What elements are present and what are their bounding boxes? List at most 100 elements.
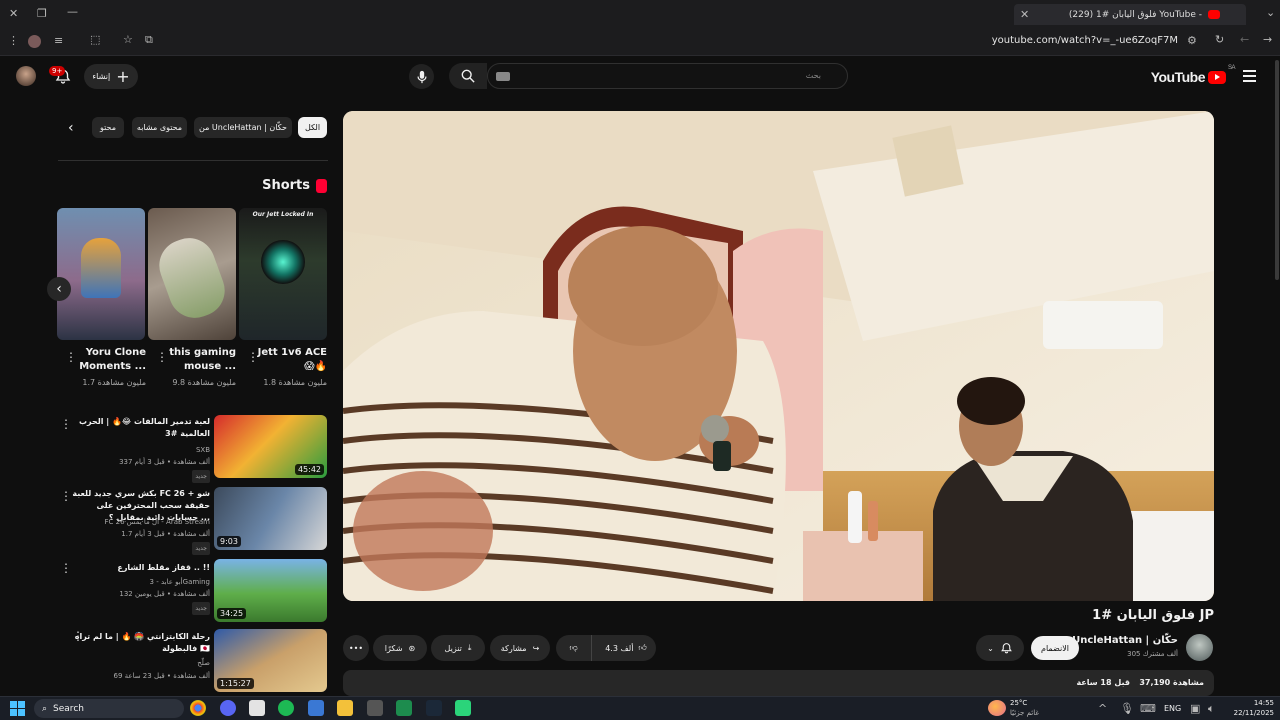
app-icon[interactable] xyxy=(367,700,383,716)
tab-list-icon[interactable]: ⌄ xyxy=(1266,7,1275,18)
language-indicator[interactable]: ENG xyxy=(1164,704,1181,713)
related-channel[interactable]: SXB xyxy=(70,445,210,456)
dislike-button[interactable]: 👎︎ xyxy=(556,635,592,661)
download-button[interactable]: تنزيل ⤓ xyxy=(431,635,485,661)
profile-icon[interactable] xyxy=(28,35,41,48)
short-thumbnail-3[interactable] xyxy=(57,208,145,340)
microphone-tray-icon[interactable]: 🎙︎ xyxy=(1120,703,1134,714)
keyboard-icon[interactable] xyxy=(496,72,510,81)
terminal-icon[interactable] xyxy=(396,700,412,716)
active-tab[interactable]: (229) فلوق اليابان #1 YouTube - ✕ xyxy=(1014,4,1246,25)
back-icon[interactable]: → xyxy=(1263,34,1272,45)
search-input[interactable]: بحث xyxy=(487,63,848,89)
channel-avatar[interactable] xyxy=(1186,634,1213,661)
shorts-prev-button[interactable]: ‹ xyxy=(47,277,71,301)
windows-start-icon[interactable] xyxy=(10,701,25,716)
create-button[interactable]: إنشاء + xyxy=(84,64,138,89)
url-text[interactable]: youtube.com/watch?v=_-ue6ZoqF7M xyxy=(992,35,1178,46)
short-menu-icon[interactable]: ⋮ xyxy=(65,350,77,364)
join-button[interactable]: الانضمام xyxy=(1031,636,1079,660)
short-thumbnail-2[interactable] xyxy=(148,208,236,340)
chip-from-channel[interactable]: من UncleHattan | حكّان xyxy=(194,117,292,138)
close-tab-icon[interactable]: ✕ xyxy=(1020,9,1029,20)
restore-window-icon[interactable]: ❐ xyxy=(37,8,47,19)
scrollbar-thumb[interactable] xyxy=(1275,60,1279,280)
download-label: تنزيل xyxy=(444,643,462,653)
reload-icon[interactable]: ↻ xyxy=(1215,34,1224,45)
like-button[interactable]: 4.3 ألف 👍︎ xyxy=(596,635,656,661)
subscribed-button[interactable]: ⌄ xyxy=(976,635,1024,661)
voice-search-button[interactable] xyxy=(409,64,434,89)
related-menu-icon[interactable]: ⋮ xyxy=(72,629,84,643)
volume-icon[interactable]: 🔈︎ xyxy=(1208,703,1215,714)
short-thumbnail-1[interactable]: Our Jett Locked In xyxy=(239,208,327,340)
chip-similar[interactable]: محتوى مشابه xyxy=(132,117,187,138)
weather-widget[interactable]: 25°C غائم جزئيًا xyxy=(988,698,1039,718)
install-app-icon[interactable]: ⧉ xyxy=(145,34,153,45)
description-box[interactable]: 37,190 مشاهدة قبل 18 ساعة xyxy=(343,670,1214,696)
menu-dots-icon[interactable]: ⋮ xyxy=(8,35,19,46)
related-channel[interactable]: FC 26 آل ما يمس - Arab Stream xyxy=(70,517,210,528)
teams-icon[interactable] xyxy=(308,700,324,716)
related-thumbnail[interactable]: 45:42 xyxy=(214,415,327,478)
tray-chevron-icon[interactable]: ^ xyxy=(1098,703,1107,714)
thanks-button[interactable]: شكرًا ⊛ xyxy=(373,635,427,661)
related-thumbnail[interactable]: 9:03 xyxy=(214,487,327,550)
notifications-button[interactable]: 9+ xyxy=(49,66,72,90)
microphone-icon xyxy=(416,70,427,83)
taskbar-search[interactable]: ⌕ Search xyxy=(34,699,184,718)
thanks-icon: ⊛ xyxy=(408,643,416,653)
chip-label: محتوى مشابه xyxy=(136,123,183,132)
search-button[interactable] xyxy=(449,63,487,89)
related-menu-icon[interactable]: ⋮ xyxy=(60,561,72,575)
chrome-icon[interactable] xyxy=(190,700,206,716)
short-menu-icon[interactable]: ⋮ xyxy=(247,350,259,364)
page-scrollbar[interactable] xyxy=(1274,60,1280,690)
bookmark-star-icon[interactable]: ☆ xyxy=(123,34,133,45)
related-channel[interactable]: أبو عابد - 3Gaming xyxy=(70,577,210,588)
extensions-icon[interactable]: ⬚ xyxy=(90,34,100,45)
discord-icon[interactable] xyxy=(220,700,236,716)
more-actions-button[interactable]: ••• xyxy=(343,635,369,661)
mouse-graphic xyxy=(152,230,232,326)
chips-scroll-left-icon[interactable]: ‹ xyxy=(68,121,74,135)
minimize-window-icon[interactable]: — xyxy=(67,6,78,17)
youtube-play-icon xyxy=(1208,70,1226,84)
related-thumbnail[interactable]: 1:15:27 xyxy=(214,629,327,692)
related-title[interactable]: قفاز مقلط الشارع .. !! xyxy=(70,562,210,574)
site-settings-icon[interactable]: ⚙ xyxy=(1187,35,1197,46)
related-title[interactable]: رحلة الكابتزانتي 🏟️ 🔥 | ما لم تراه فالبط… xyxy=(70,631,210,655)
youtube-logo[interactable]: YouTube SA xyxy=(1151,65,1236,85)
related-menu-icon[interactable]: ⋮ xyxy=(60,489,72,503)
related-channel[interactable]: صلّح xyxy=(70,658,210,669)
related-menu-icon[interactable]: ⋮ xyxy=(60,417,72,431)
keyboard-tray-icon[interactable]: ⌨ xyxy=(1140,703,1156,714)
related-meta: 69 ألف مشاهدة • قبل 23 ساعة xyxy=(113,672,211,680)
region-code: SA xyxy=(1227,65,1236,71)
clock[interactable]: 14:55 22/11/2025 xyxy=(1228,698,1274,718)
chip-related-partial[interactable]: محتو xyxy=(92,117,124,138)
view-count: 37,190 مشاهدة xyxy=(1139,678,1204,687)
related-title[interactable]: لعبة تدمير المالفات 😂🔥 | الحرب العالمية … xyxy=(70,416,210,440)
spotify-icon[interactable] xyxy=(278,700,294,716)
address-bar: ⋮ ≡ ⬚ ☆ ⧉ youtube.com/watch?v=_-ue6ZoqF7… xyxy=(0,27,1280,56)
file-explorer-icon[interactable] xyxy=(337,700,353,716)
short-menu-icon[interactable]: ⋮ xyxy=(156,350,168,364)
chip-all[interactable]: الكل xyxy=(298,117,327,138)
close-window-icon[interactable]: ✕ xyxy=(9,8,18,19)
reading-list-icon[interactable]: ≡ xyxy=(54,35,63,46)
display-icon[interactable]: ▣ xyxy=(1190,703,1200,714)
create-label: إنشاء xyxy=(92,72,111,81)
account-avatar[interactable] xyxy=(16,66,36,86)
app-icon-green[interactable] xyxy=(455,700,471,716)
short-views-3: 1.7 مليون مشاهدة xyxy=(82,378,146,387)
guide-menu-button[interactable] xyxy=(1243,70,1256,82)
forward-icon[interactable]: ← xyxy=(1240,34,1249,45)
channel-name[interactable]: UncleHattan | حكّان xyxy=(1072,635,1178,646)
related-thumbnail[interactable]: 34:25 xyxy=(214,559,327,622)
share-button[interactable]: مشاركة ↪ xyxy=(490,635,550,661)
steam-icon[interactable] xyxy=(426,700,442,716)
calendar-icon[interactable] xyxy=(249,700,265,716)
video-title: فلوق اليابان #1 JP xyxy=(1092,608,1214,623)
video-player[interactable] xyxy=(343,111,1214,601)
